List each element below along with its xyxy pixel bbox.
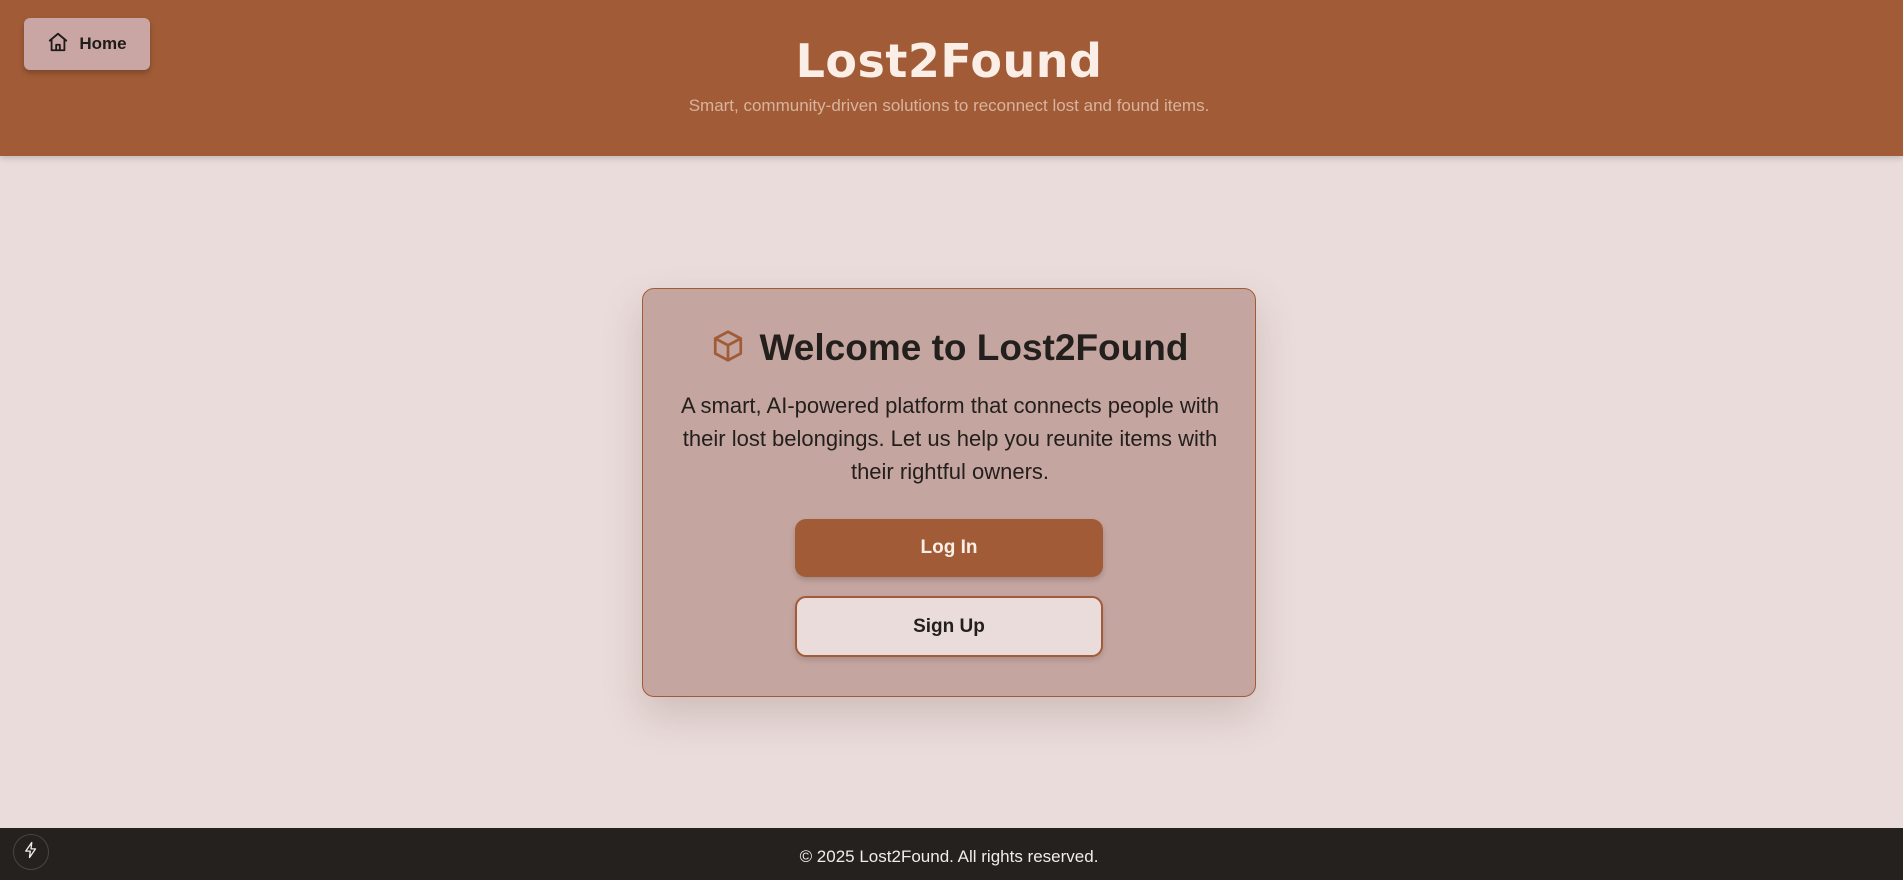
welcome-title: Welcome to Lost2Found — [759, 327, 1189, 368]
dev-tools-button[interactable] — [13, 834, 49, 870]
site-subtitle: Smart, community-driven solutions to rec… — [688, 96, 1210, 115]
lightning-icon — [22, 841, 40, 864]
welcome-heading: Welcome to Lost2Found — [643, 327, 1255, 369]
package-icon — [710, 328, 746, 369]
footer-copyright: © 2025 Lost2Found. All rights reserved. — [799, 847, 1099, 866]
welcome-description: A smart, AI-powered platform that connec… — [680, 393, 1220, 484]
site-footer: © 2025 Lost2Found. All rights reserved. — [0, 828, 1903, 880]
login-button[interactable]: Log In — [795, 519, 1103, 577]
welcome-card: Welcome to Lost2Found A smart, AI-powere… — [642, 288, 1256, 697]
site-title: Lost2Found — [795, 34, 1103, 88]
site-header: Home Lost2Found Smart, community-driven … — [0, 0, 1903, 156]
signup-button[interactable]: Sign Up — [795, 596, 1103, 657]
